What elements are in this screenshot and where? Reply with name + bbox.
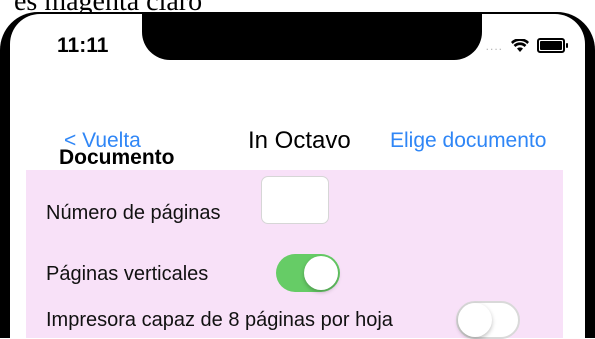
vertical-pages-toggle[interactable] [276, 254, 340, 292]
vertical-pages-label: Páginas verticales [46, 263, 209, 285]
choose-document-button[interactable]: Elige documento [390, 129, 546, 153]
nav-title: In Octavo [248, 127, 351, 154]
toggle-knob [304, 256, 338, 290]
notch [142, 14, 482, 60]
pages-count-input[interactable] [261, 176, 329, 224]
battery-icon [537, 38, 568, 53]
wifi-icon [511, 38, 529, 52]
eight-pages-printer-toggle[interactable] [456, 301, 520, 339]
signal-icon: .... [485, 38, 503, 53]
toggle-knob [458, 303, 492, 337]
pages-count-label: Número de páginas [46, 202, 221, 224]
status-time: 11:11 [57, 34, 109, 57]
section-header: Documento [59, 146, 175, 169]
eight-pages-printer-label: Impresora capaz de 8 páginas por hoja [46, 309, 393, 331]
status-icons: .... [485, 38, 568, 53]
